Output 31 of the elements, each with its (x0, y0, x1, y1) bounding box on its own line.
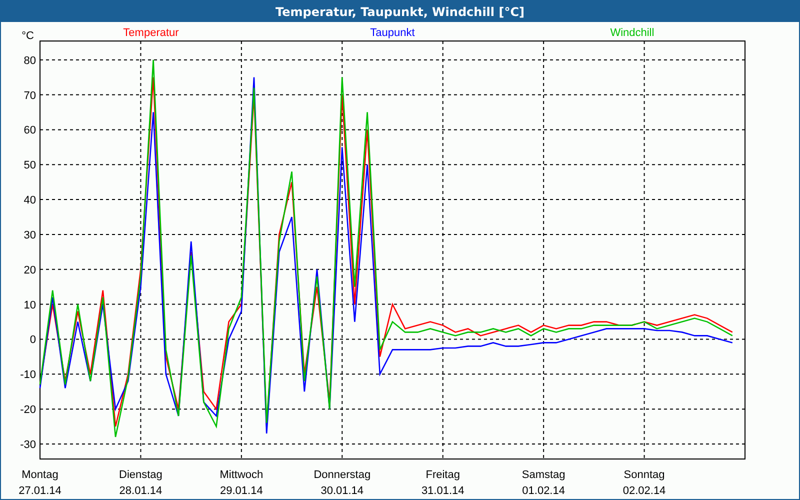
y-axis-label: °C (22, 30, 34, 42)
y-tick-label: 0 (30, 334, 36, 346)
y-tick-label: 60 (24, 124, 36, 137)
y-tick-label: 30 (24, 229, 36, 242)
y-tick-label: -10 (20, 369, 36, 382)
day-label: Donnerstag (314, 469, 371, 481)
day-label: Montag (22, 469, 58, 481)
date-label: 30.01.14 (320, 485, 364, 497)
y-tick-label: 20 (24, 264, 36, 276)
y-tick-label: 40 (24, 194, 36, 207)
legend-label: Windchill (610, 27, 654, 39)
day-label: Dienstag (119, 469, 162, 481)
day-label: Samstag (522, 469, 566, 481)
y-tick-label: -30 (20, 438, 36, 451)
date-label: 29.01.14 (220, 485, 263, 497)
date-label: 28.01.14 (119, 485, 162, 497)
y-tick-label: -20 (20, 404, 36, 416)
day-label: Sonntag (624, 469, 665, 481)
y-tick-label: 80 (24, 54, 36, 67)
date-label: 01.02.14 (522, 485, 565, 497)
day-label: Mittwoch (220, 469, 264, 481)
date-label: 02.02.14 (622, 485, 666, 497)
y-tick-label: 50 (24, 160, 36, 172)
y-tick-label: 70 (24, 90, 36, 102)
date-label: 31.01.14 (421, 485, 464, 497)
y-tick-label: 10 (24, 299, 36, 312)
day-label: Freitag (426, 469, 460, 481)
legend-label: Temperatur (123, 27, 179, 39)
date-label: 27.01.14 (18, 485, 62, 497)
window-title: Temperatur, Taupunkt, Windchill [°C] (276, 4, 524, 18)
legend-label: Taupunkt (370, 27, 415, 39)
